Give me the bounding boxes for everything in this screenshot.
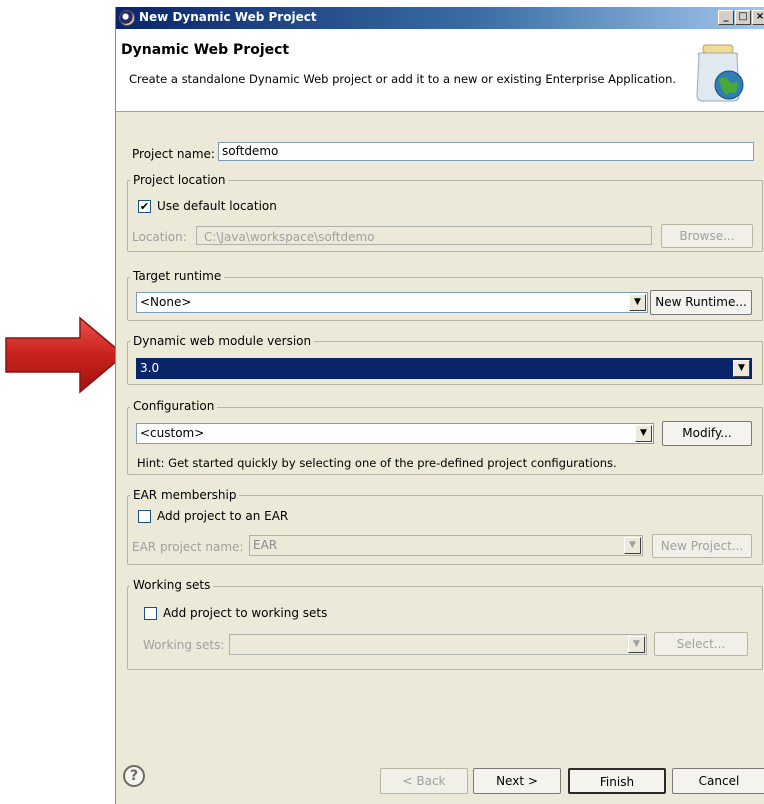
- dropdown-arrow-icon[interactable]: ▼: [624, 537, 641, 554]
- module-version-value: 3.0: [140, 361, 160, 375]
- location-label: Location:: [132, 230, 187, 244]
- use-default-location-checkbox[interactable]: ✔: [138, 200, 151, 213]
- module-version-title: Dynamic web module version: [130, 334, 315, 348]
- working-sets-select[interactable]: ▼: [229, 634, 647, 655]
- target-runtime-value: <None>: [140, 295, 192, 309]
- header-banner: Dynamic Web Project Create a standalone …: [116, 29, 764, 112]
- location-value: C:\Java\workspace\softdemo: [204, 230, 375, 244]
- project-location-title: Project location: [130, 173, 229, 187]
- page-title: Dynamic Web Project: [121, 42, 290, 58]
- red-arrow-icon: [5, 316, 126, 394]
- finish-button[interactable]: Finish: [568, 768, 666, 794]
- configuration-value: <custom>: [140, 426, 205, 440]
- ear-membership-title: EAR membership: [130, 488, 240, 502]
- ear-project-name-select[interactable]: EAR ▼: [249, 535, 643, 556]
- working-sets-group: [127, 586, 763, 670]
- project-name-label: Project name:: [132, 147, 215, 161]
- wizard-content: Project name: softdemo Project location …: [116, 112, 764, 746]
- add-to-working-sets-checkbox[interactable]: [144, 607, 157, 620]
- working-sets-title: Working sets: [130, 578, 214, 592]
- ear-project-name-value: EAR: [253, 538, 278, 552]
- window-title: New Dynamic Web Project: [139, 10, 317, 24]
- dropdown-arrow-icon[interactable]: ▼: [733, 360, 750, 377]
- close-button[interactable]: ×: [752, 10, 764, 25]
- new-project-button[interactable]: New Project...: [652, 534, 752, 558]
- configuration-select[interactable]: <custom> ▼: [136, 423, 654, 444]
- ear-project-name-label: EAR project name:: [132, 540, 244, 554]
- use-default-location-label: Use default location: [157, 199, 277, 213]
- module-version-select[interactable]: 3.0 ▼: [136, 358, 752, 379]
- jar-globe-icon: [696, 44, 744, 102]
- browse-button[interactable]: Browse...: [661, 224, 753, 248]
- dropdown-arrow-icon[interactable]: ▼: [629, 294, 646, 311]
- configuration-title: Configuration: [130, 399, 218, 413]
- next-button[interactable]: Next >: [473, 768, 561, 794]
- add-to-ear-checkbox[interactable]: [138, 510, 151, 523]
- help-icon[interactable]: ?: [123, 765, 145, 787]
- minimize-button[interactable]: _: [718, 10, 734, 25]
- project-name-input[interactable]: softdemo: [218, 142, 754, 161]
- back-button[interactable]: < Back: [380, 768, 468, 794]
- modify-button[interactable]: Modify...: [662, 421, 752, 446]
- eclipse-icon: [119, 10, 135, 26]
- target-runtime-select[interactable]: <None> ▼: [136, 292, 648, 313]
- maximize-button[interactable]: □: [735, 10, 751, 25]
- new-runtime-button[interactable]: New Runtime...: [650, 290, 752, 315]
- dialog-window: New Dynamic Web Project _ □ × Dynamic We…: [115, 7, 764, 804]
- add-to-ear-label: Add project to an EAR: [157, 509, 289, 523]
- dropdown-arrow-icon[interactable]: ▼: [635, 425, 652, 442]
- add-to-working-sets-label: Add project to working sets: [163, 606, 328, 620]
- select-working-sets-button[interactable]: Select...: [654, 632, 748, 656]
- working-sets-label: Working sets:: [143, 638, 225, 652]
- page-description: Create a standalone Dynamic Web project …: [129, 72, 677, 86]
- title-bar[interactable]: New Dynamic Web Project _ □ ×: [116, 7, 764, 29]
- target-runtime-title: Target runtime: [130, 269, 225, 283]
- cancel-button[interactable]: Cancel: [672, 768, 764, 794]
- dropdown-arrow-icon[interactable]: ▼: [628, 636, 645, 653]
- configuration-hint: Hint: Get started quickly by selecting o…: [137, 456, 617, 470]
